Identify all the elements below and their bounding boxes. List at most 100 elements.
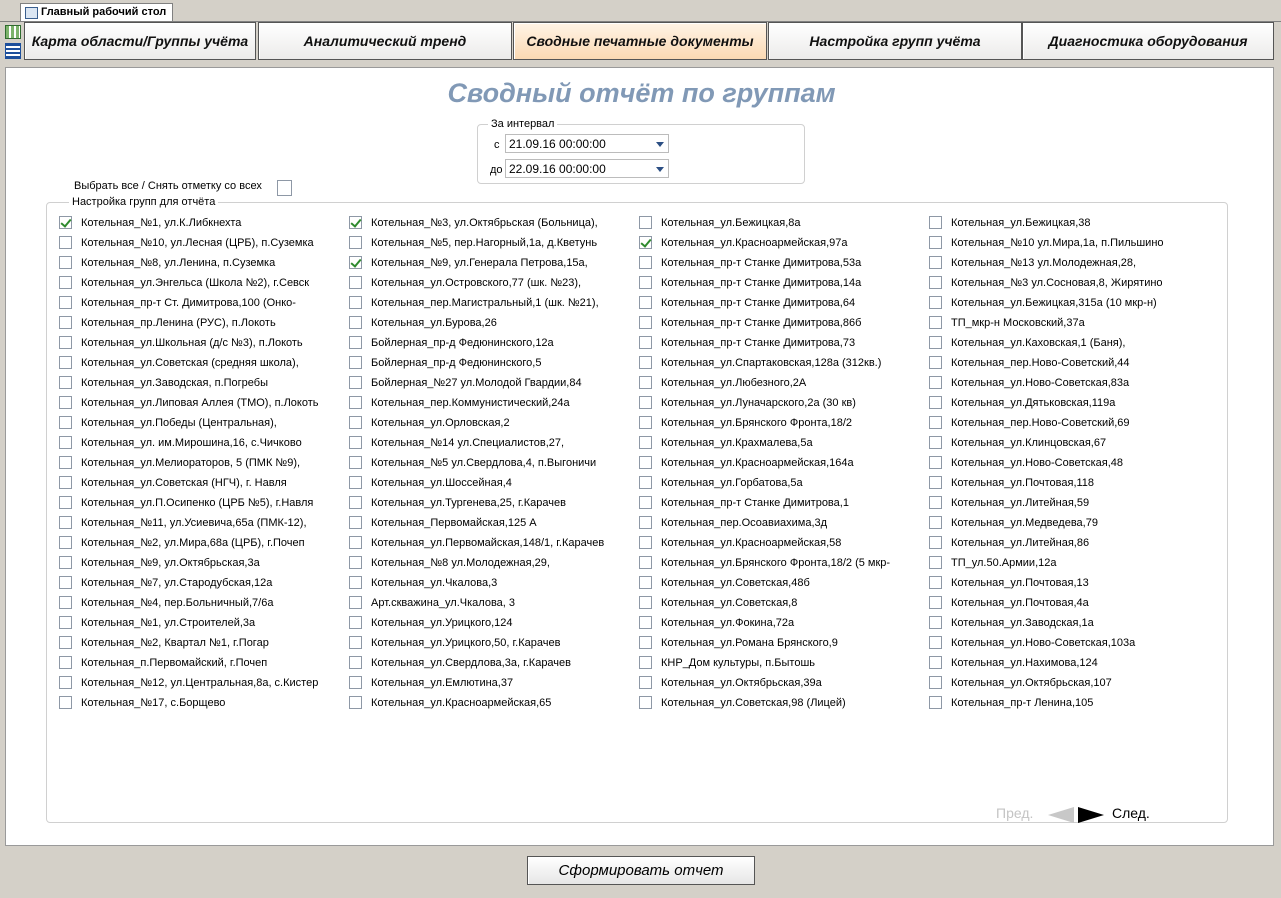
select-all-checkbox[interactable] bbox=[277, 180, 292, 196]
group-checkbox[interactable] bbox=[929, 656, 942, 669]
group-checkbox[interactable] bbox=[929, 296, 942, 309]
group-checkbox[interactable] bbox=[929, 416, 942, 429]
group-checkbox[interactable] bbox=[349, 356, 362, 369]
grid-view-icon[interactable] bbox=[5, 25, 21, 39]
group-checkbox[interactable] bbox=[59, 496, 72, 509]
group-checkbox[interactable] bbox=[639, 636, 652, 649]
group-checkbox[interactable] bbox=[349, 656, 362, 669]
group-checkbox[interactable] bbox=[639, 476, 652, 489]
group-checkbox[interactable] bbox=[929, 436, 942, 449]
menu-group-settings-button[interactable]: Настройка групп учёта bbox=[768, 22, 1022, 60]
group-checkbox[interactable] bbox=[929, 556, 942, 569]
group-checkbox[interactable] bbox=[639, 676, 652, 689]
group-checkbox[interactable] bbox=[639, 276, 652, 289]
group-checkbox[interactable] bbox=[639, 656, 652, 669]
group-checkbox[interactable] bbox=[59, 676, 72, 689]
group-checkbox[interactable] bbox=[639, 296, 652, 309]
group-checkbox[interactable] bbox=[929, 596, 942, 609]
group-checkbox[interactable] bbox=[59, 456, 72, 469]
next-page-link[interactable]: След. bbox=[1112, 805, 1150, 821]
dropdown-arrow-icon[interactable] bbox=[656, 142, 664, 147]
group-checkbox[interactable] bbox=[349, 316, 362, 329]
from-date-picker[interactable]: 21.09.16 00:00:00 bbox=[505, 134, 669, 153]
group-checkbox[interactable] bbox=[59, 256, 72, 269]
group-checkbox[interactable] bbox=[349, 636, 362, 649]
group-checkbox[interactable] bbox=[639, 616, 652, 629]
group-checkbox[interactable] bbox=[349, 536, 362, 549]
group-checkbox[interactable] bbox=[349, 556, 362, 569]
group-checkbox[interactable] bbox=[59, 516, 72, 529]
menu-summary-docs-button[interactable]: Сводные печатные документы bbox=[513, 22, 767, 60]
group-checkbox[interactable] bbox=[349, 476, 362, 489]
group-checkbox[interactable] bbox=[349, 576, 362, 589]
group-checkbox[interactable] bbox=[59, 236, 72, 249]
tab-main-desktop[interactable]: Главный рабочий стол bbox=[20, 3, 174, 21]
group-checkbox[interactable] bbox=[639, 236, 652, 249]
list-view-icon[interactable] bbox=[5, 43, 21, 59]
group-checkbox[interactable] bbox=[929, 676, 942, 689]
group-checkbox[interactable] bbox=[349, 396, 362, 409]
group-checkbox[interactable] bbox=[349, 496, 362, 509]
group-checkbox[interactable] bbox=[929, 616, 942, 629]
group-checkbox[interactable] bbox=[349, 376, 362, 389]
group-checkbox[interactable] bbox=[639, 596, 652, 609]
menu-region-map-button[interactable]: Карта области/Группы учёта bbox=[24, 22, 256, 60]
group-checkbox[interactable] bbox=[929, 356, 942, 369]
group-checkbox[interactable] bbox=[349, 696, 362, 709]
group-checkbox[interactable] bbox=[929, 216, 942, 229]
group-checkbox[interactable] bbox=[59, 576, 72, 589]
group-checkbox[interactable] bbox=[59, 396, 72, 409]
group-checkbox[interactable] bbox=[349, 596, 362, 609]
dropdown-arrow-icon[interactable] bbox=[656, 167, 664, 172]
group-checkbox[interactable] bbox=[59, 296, 72, 309]
group-checkbox[interactable] bbox=[639, 416, 652, 429]
group-checkbox[interactable] bbox=[349, 676, 362, 689]
group-checkbox[interactable] bbox=[639, 396, 652, 409]
group-checkbox[interactable] bbox=[59, 556, 72, 569]
group-checkbox[interactable] bbox=[639, 496, 652, 509]
group-checkbox[interactable] bbox=[349, 456, 362, 469]
group-checkbox[interactable] bbox=[59, 216, 72, 229]
to-date-picker[interactable]: 22.09.16 00:00:00 bbox=[505, 159, 669, 178]
group-checkbox[interactable] bbox=[929, 256, 942, 269]
group-checkbox[interactable] bbox=[929, 276, 942, 289]
group-checkbox[interactable] bbox=[59, 356, 72, 369]
group-checkbox[interactable] bbox=[639, 516, 652, 529]
group-checkbox[interactable] bbox=[59, 436, 72, 449]
group-checkbox[interactable] bbox=[349, 416, 362, 429]
group-checkbox[interactable] bbox=[59, 336, 72, 349]
arrow-right-icon[interactable] bbox=[1078, 807, 1104, 823]
group-checkbox[interactable] bbox=[59, 376, 72, 389]
group-checkbox[interactable] bbox=[59, 416, 72, 429]
group-checkbox[interactable] bbox=[59, 536, 72, 549]
group-checkbox[interactable] bbox=[929, 576, 942, 589]
group-checkbox[interactable] bbox=[929, 236, 942, 249]
group-checkbox[interactable] bbox=[349, 236, 362, 249]
group-checkbox[interactable] bbox=[929, 336, 942, 349]
group-checkbox[interactable] bbox=[349, 276, 362, 289]
group-checkbox[interactable] bbox=[349, 616, 362, 629]
group-checkbox[interactable] bbox=[929, 316, 942, 329]
group-checkbox[interactable] bbox=[349, 256, 362, 269]
group-checkbox[interactable] bbox=[929, 516, 942, 529]
group-checkbox[interactable] bbox=[929, 456, 942, 469]
arrow-left-icon[interactable] bbox=[1048, 807, 1074, 823]
group-checkbox[interactable] bbox=[639, 376, 652, 389]
group-checkbox[interactable] bbox=[639, 336, 652, 349]
group-checkbox[interactable] bbox=[929, 496, 942, 509]
group-checkbox[interactable] bbox=[59, 656, 72, 669]
group-checkbox[interactable] bbox=[639, 576, 652, 589]
group-checkbox[interactable] bbox=[349, 436, 362, 449]
group-checkbox[interactable] bbox=[59, 696, 72, 709]
generate-report-button[interactable]: Сформировать отчет bbox=[527, 856, 755, 885]
group-checkbox[interactable] bbox=[59, 316, 72, 329]
group-checkbox[interactable] bbox=[349, 296, 362, 309]
group-checkbox[interactable] bbox=[639, 536, 652, 549]
group-checkbox[interactable] bbox=[59, 636, 72, 649]
group-checkbox[interactable] bbox=[929, 376, 942, 389]
group-checkbox[interactable] bbox=[59, 616, 72, 629]
group-checkbox[interactable] bbox=[59, 596, 72, 609]
group-checkbox[interactable] bbox=[639, 216, 652, 229]
group-checkbox[interactable] bbox=[639, 256, 652, 269]
menu-diagnostics-button[interactable]: Диагностика оборудования bbox=[1022, 22, 1274, 60]
